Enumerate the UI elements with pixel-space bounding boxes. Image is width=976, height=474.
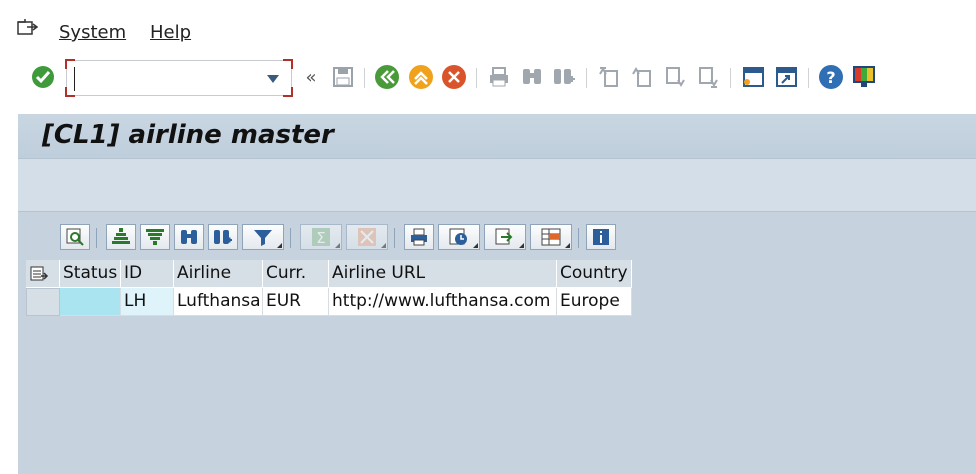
find-next-icon [214,230,232,244]
cell-currency[interactable]: EUR [263,288,329,316]
menu-bar: System Help [0,0,976,57]
row-selector[interactable] [26,288,60,316]
command-field-arrow-icon[interactable] [267,75,279,83]
dropdown-indicator [335,243,340,248]
export-button[interactable] [484,224,526,250]
page-title: [CL1] airline master [42,120,334,150]
toolbar-divider [364,68,365,88]
toolbar-divider [730,68,731,88]
views-button[interactable] [438,224,480,250]
help-icon[interactable]: ? [818,64,844,90]
column-header-currency[interactable]: Curr. [263,260,329,288]
first-page-icon[interactable] [596,64,622,90]
toolbar-divider [808,68,809,88]
find-icon[interactable] [519,64,545,90]
svg-text:Σ: Σ [316,229,325,247]
print-button[interactable] [404,224,434,250]
menu-icon[interactable] [17,19,39,37]
binoculars-icon [181,230,197,244]
alv-toolbar-divider [96,228,97,248]
command-field-corner [283,59,293,69]
alv-toolbar: Σ [26,220,976,254]
information-icon [593,229,609,245]
column-header-country[interactable]: Country [557,260,632,288]
find-next-icon[interactable] [551,64,577,90]
column-header-airline[interactable]: Airline [174,260,263,288]
details-button[interactable] [60,224,90,250]
dropdown-indicator [473,243,478,248]
menu-item-help-label: Help [150,22,192,43]
select-all-button[interactable] [26,260,60,288]
main-content: [CL1] airline master Σ Status ID Airline… [18,114,976,474]
command-field[interactable] [65,59,293,97]
column-header-status[interactable]: Status [60,260,121,288]
details-icon [66,228,84,246]
filter-icon [254,230,272,246]
alv-toolbar-divider [290,228,291,248]
toolbar-divider [476,68,477,88]
back-icon[interactable] [374,64,400,90]
enter-icon[interactable] [30,64,56,90]
sort-ascending-icon [112,228,130,244]
cell-airline[interactable]: Lufthansa [174,288,263,316]
exit-icon[interactable] [408,64,434,90]
cancel-icon[interactable] [441,64,467,90]
application-toolbar [18,158,976,212]
cell-country[interactable]: Europe [557,288,632,316]
command-field-corner [65,87,75,97]
alv-toolbar-divider [578,228,579,248]
subtotals-button[interactable] [346,224,388,250]
cell-status[interactable] [60,288,121,316]
menu-item-system[interactable]: System [59,22,126,43]
sort-descending-icon [146,229,164,245]
total-button[interactable]: Σ [300,224,342,250]
title-bar: [CL1] airline master [18,114,976,158]
column-header-airline-url[interactable]: Airline URL [329,260,557,288]
command-field-corner [283,87,293,97]
dropdown-indicator [565,243,570,248]
dropdown-indicator [381,243,386,248]
layout-button[interactable] [530,224,572,250]
information-button[interactable] [586,224,616,250]
layout-menu-icon[interactable] [851,64,877,90]
previous-page-icon[interactable] [629,64,655,90]
shortcut-icon[interactable] [773,64,799,90]
toolbar-divider [586,68,587,88]
svg-text:?: ? [826,68,835,87]
command-field-corner [65,59,75,69]
dropdown-indicator [519,243,524,248]
export-icon [495,228,513,245]
find-next-button[interactable] [208,224,238,250]
alv-toolbar-divider [394,228,395,248]
cell-id[interactable]: LH [121,288,174,316]
cell-airline-url[interactable]: http://www.lufthansa.com [329,288,557,316]
dropdown-indicator [277,243,282,248]
sort-ascending-button[interactable] [106,224,136,250]
last-page-icon[interactable] [695,64,721,90]
create-session-icon[interactable] [740,64,766,90]
select-all-icon [30,266,49,281]
command-field-input[interactable] [77,67,261,91]
subtotals-icon [358,228,376,246]
column-header-id[interactable]: ID [121,260,174,288]
print-icon [411,228,427,246]
print-icon[interactable] [486,64,512,90]
find-button[interactable] [174,224,204,250]
layout-icon [541,228,561,246]
menu-item-help[interactable]: Help [150,22,191,43]
save-icon[interactable] [330,64,356,90]
filter-button[interactable] [242,224,284,250]
next-page-icon[interactable] [662,64,688,90]
sort-descending-button[interactable] [140,224,170,250]
sum-icon: Σ [312,228,330,247]
views-icon [449,228,467,245]
menu-item-system-label: System [59,22,127,43]
collapse-icon[interactable]: « [298,64,324,90]
